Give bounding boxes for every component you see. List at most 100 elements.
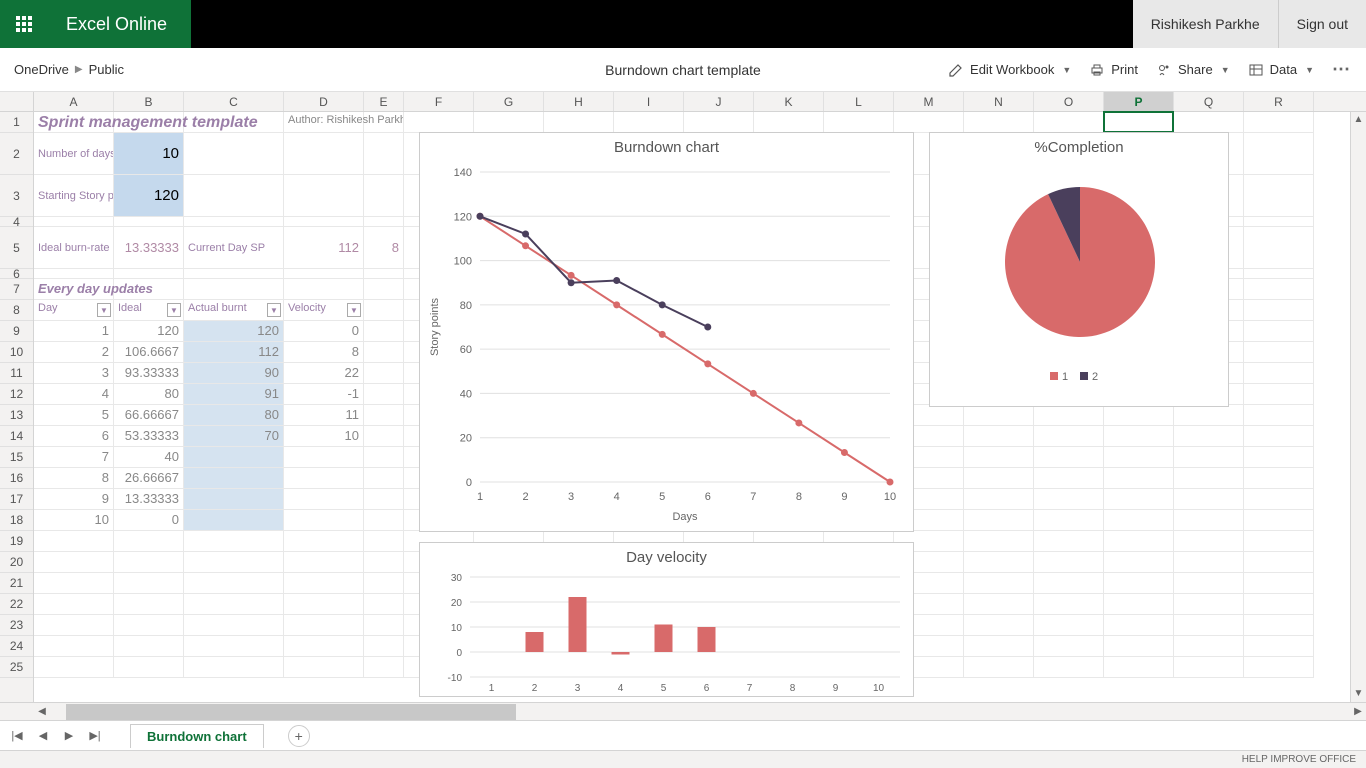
cell[interactable]: 11 xyxy=(284,405,364,426)
cell[interactable] xyxy=(114,573,184,594)
column-header[interactable]: F xyxy=(404,92,474,111)
cell[interactable]: 120 xyxy=(114,175,184,217)
cell[interactable] xyxy=(964,657,1034,678)
cell[interactable] xyxy=(1244,657,1314,678)
cell[interactable] xyxy=(364,531,404,552)
row-header[interactable]: 22 xyxy=(0,594,33,615)
row-header[interactable]: 7 xyxy=(0,279,33,300)
completion-pie-chart[interactable]: %Completion12 xyxy=(929,132,1229,407)
cell[interactable] xyxy=(1174,468,1244,489)
cell[interactable] xyxy=(404,112,474,133)
vertical-scrollbar[interactable]: ▲ ▼ xyxy=(1350,112,1366,702)
cell[interactable] xyxy=(284,531,364,552)
cell[interactable] xyxy=(1034,615,1104,636)
breadcrumb-root[interactable]: OneDrive xyxy=(14,62,69,77)
cell[interactable]: 93.33333 xyxy=(114,363,184,384)
cell[interactable]: 66.66667 xyxy=(114,405,184,426)
column-header[interactable]: J xyxy=(684,92,754,111)
cell[interactable] xyxy=(1244,489,1314,510)
cell[interactable] xyxy=(1174,615,1244,636)
cell[interactable] xyxy=(1104,489,1174,510)
cell[interactable] xyxy=(364,636,404,657)
row-header[interactable]: 17 xyxy=(0,489,33,510)
cell[interactable] xyxy=(1244,615,1314,636)
cell[interactable] xyxy=(964,112,1034,133)
cell[interactable]: Number of days xyxy=(34,133,114,175)
cell[interactable] xyxy=(1244,636,1314,657)
cell[interactable] xyxy=(964,552,1034,573)
cell[interactable] xyxy=(964,615,1034,636)
cell[interactable] xyxy=(1034,489,1104,510)
cell[interactable]: -1 xyxy=(284,384,364,405)
cell[interactable] xyxy=(1034,531,1104,552)
cell[interactable] xyxy=(1174,405,1244,426)
cell[interactable] xyxy=(364,594,404,615)
cell[interactable] xyxy=(184,594,284,615)
cell[interactable] xyxy=(284,615,364,636)
cell[interactable] xyxy=(364,321,404,342)
row-header[interactable]: 3 xyxy=(0,175,33,217)
scroll-up-arrow[interactable]: ▲ xyxy=(1351,112,1366,128)
cell[interactable] xyxy=(364,489,404,510)
cell[interactable]: Velocity▼ xyxy=(284,300,364,321)
row-header[interactable]: 18 xyxy=(0,510,33,531)
cell[interactable] xyxy=(34,594,114,615)
cell[interactable] xyxy=(284,133,364,175)
cell[interactable] xyxy=(614,112,684,133)
cell[interactable] xyxy=(1034,510,1104,531)
burndown-chart[interactable]: Burndown chart02040608010012014012345678… xyxy=(419,132,914,532)
cell[interactable] xyxy=(1244,594,1314,615)
row-header[interactable]: 13 xyxy=(0,405,33,426)
cell[interactable] xyxy=(284,636,364,657)
filter-dropdown-icon[interactable]: ▼ xyxy=(167,303,181,317)
cell[interactable] xyxy=(894,112,964,133)
cell[interactable]: 106.6667 xyxy=(114,342,184,363)
cell[interactable]: Current Day SP xyxy=(184,227,284,269)
more-button[interactable]: ⋯ xyxy=(1332,59,1352,80)
cell[interactable] xyxy=(284,489,364,510)
row-header[interactable]: 24 xyxy=(0,636,33,657)
row-header[interactable]: 19 xyxy=(0,531,33,552)
cell[interactable]: 2 xyxy=(34,342,114,363)
tab-next-icon[interactable]: ▶ xyxy=(58,725,80,747)
cell[interactable]: 80 xyxy=(114,384,184,405)
cell[interactable] xyxy=(34,269,114,279)
cell[interactable] xyxy=(284,269,364,279)
cell[interactable]: 1 xyxy=(34,321,114,342)
day-velocity-chart[interactable]: Day velocity-10010203012345678910 xyxy=(419,542,914,697)
cell[interactable]: 10 xyxy=(34,510,114,531)
cell[interactable] xyxy=(1034,594,1104,615)
cell[interactable]: 112 xyxy=(284,227,364,269)
cell[interactable] xyxy=(474,112,544,133)
cell[interactable] xyxy=(1244,447,1314,468)
cell[interactable] xyxy=(1244,300,1314,321)
cell[interactable] xyxy=(184,636,284,657)
cell[interactable] xyxy=(1104,552,1174,573)
cell[interactable]: 26.66667 xyxy=(114,468,184,489)
cell[interactable] xyxy=(184,133,284,175)
cell[interactable]: 0 xyxy=(284,321,364,342)
cell[interactable] xyxy=(964,489,1034,510)
cell[interactable] xyxy=(184,573,284,594)
cell[interactable]: 8 xyxy=(34,468,114,489)
row-header[interactable]: 16 xyxy=(0,468,33,489)
cell[interactable] xyxy=(1034,552,1104,573)
cell[interactable] xyxy=(34,552,114,573)
tab-prev-icon[interactable]: ◀ xyxy=(32,725,54,747)
app-launcher[interactable] xyxy=(0,0,48,48)
scroll-down-arrow[interactable]: ▼ xyxy=(1351,686,1366,702)
cell[interactable] xyxy=(1034,468,1104,489)
cell[interactable]: 70 xyxy=(184,426,284,447)
scroll-left-arrow[interactable]: ◀ xyxy=(34,706,50,717)
cell[interactable] xyxy=(1034,112,1104,133)
horizontal-scrollbar[interactable]: ◀ ▶ xyxy=(0,702,1366,720)
add-sheet-button[interactable]: + xyxy=(288,725,310,747)
cell[interactable] xyxy=(964,594,1034,615)
cell[interactable] xyxy=(1174,426,1244,447)
row-header[interactable]: 6 xyxy=(0,269,33,279)
cell[interactable] xyxy=(964,573,1034,594)
cell[interactable] xyxy=(1174,657,1244,678)
cell[interactable] xyxy=(1174,510,1244,531)
cell[interactable] xyxy=(1104,531,1174,552)
cell[interactable] xyxy=(284,573,364,594)
